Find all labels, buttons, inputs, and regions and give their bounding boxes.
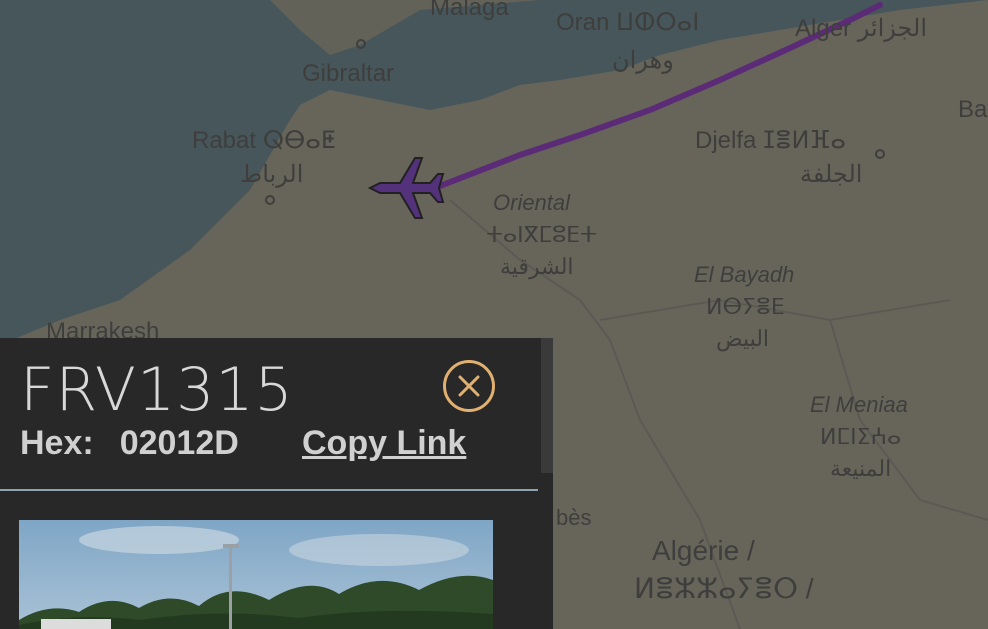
close-icon	[458, 375, 480, 397]
hex-value: 02012D	[119, 424, 239, 462]
map-label-bes: bès	[556, 505, 592, 530]
map-label-oran-ar: وهران	[612, 47, 674, 74]
map-label-algerie: Algérie /	[652, 535, 755, 566]
map-label-malaga: Malaga	[430, 0, 509, 21]
map-label-alger: Alger الجزائر	[795, 15, 928, 42]
map-label-oran: Oran ⵡⵀⵔⴰⵏ	[556, 9, 700, 36]
panel-divider	[0, 489, 538, 491]
flight-callsign: FRV1315	[20, 355, 294, 425]
copy-link-button[interactable]: Copy Link	[302, 424, 466, 463]
map-label-el-meniaa: El Meniaa	[810, 392, 908, 417]
map-label-algerie-tfng: ⵍⴻⵣⵣⴰⵢⴻⵔ /	[634, 573, 814, 604]
photo-image	[19, 520, 493, 629]
hex-row: Hex: 02012D	[20, 424, 239, 463]
map-label-ba: Ba	[958, 96, 988, 123]
map-label-el-bayadh-ar: البيض	[716, 326, 770, 351]
panel-scrollbar[interactable]	[541, 338, 553, 473]
aircraft-photo[interactable]	[19, 520, 493, 629]
map-label-oriental: Oriental	[493, 190, 571, 215]
hex-label: Hex:	[20, 424, 94, 462]
close-button[interactable]	[443, 360, 495, 412]
map-label-rabat-ar: الرباط	[240, 161, 304, 188]
map-label-oriental-tfng: ⵜⴰⵏⴳⵎⵓⴹⵜ	[486, 222, 597, 247]
map-label-el-meniaa-tfng: ⵍⵎⵏⵉⵄⴰ	[820, 424, 902, 449]
map-label-rabat: Rabat ⵕⴱⴰⵟ	[192, 127, 336, 154]
map-label-djelfa-ar: الجلفة	[800, 161, 863, 188]
map-label-el-bayadh-tfng: ⵍⴱⵢⴻⴹ	[706, 294, 785, 319]
map-label-gibraltar: Gibraltar	[302, 60, 395, 87]
map-label-el-bayadh: El Bayadh	[694, 262, 795, 287]
map-label-oriental-ar: الشرقية	[500, 254, 574, 279]
map-label-el-meniaa-ar: المنيعة	[830, 456, 892, 481]
map-label-djelfa: Djelfa ⵊⴻⵍⴼⴰ	[695, 127, 846, 154]
